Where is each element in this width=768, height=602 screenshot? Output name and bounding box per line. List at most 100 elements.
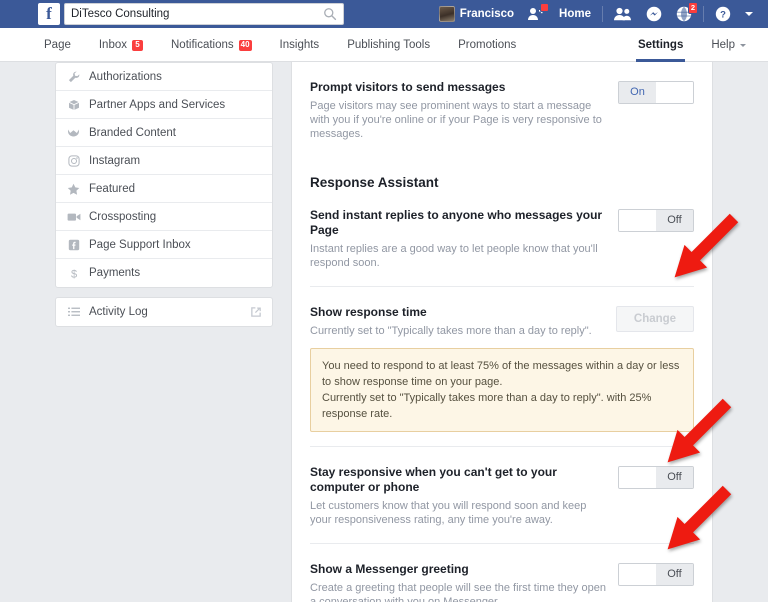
sidebar-item-label: Page Support Inbox	[89, 238, 191, 251]
toggle-knob	[619, 467, 656, 488]
sidebar-item-crossposting[interactable]: Crossposting	[56, 203, 272, 231]
video-camera-icon	[66, 212, 81, 222]
star-icon	[66, 183, 81, 195]
settings-sidebar-card: Authorizations Partner Apps and Services	[55, 62, 273, 288]
toggle-knob	[619, 210, 656, 231]
sidebar-item-label: Partner Apps and Services	[89, 98, 226, 111]
question-circle-icon: ?	[715, 6, 731, 22]
content-row: Authorizations Partner Apps and Services	[0, 62, 768, 602]
nav-item-promotions[interactable]: Promotions	[444, 28, 530, 62]
setting-title: Prompt visitors to send messages	[310, 80, 506, 94]
sidebar-item-label: Crossposting	[89, 210, 157, 223]
nav-label: Page	[44, 39, 71, 51]
sidebar-item-label: Branded Content	[89, 126, 176, 139]
home-link[interactable]: Home	[552, 0, 598, 28]
setting-control: Change	[616, 305, 694, 332]
friends-icon	[614, 7, 631, 21]
setting-title: Send instant replies to anyone who messa…	[310, 208, 603, 237]
setting-title: Stay responsive when you can't get to yo…	[310, 465, 557, 494]
toggle-prompt-visitors[interactable]: On	[618, 81, 694, 104]
sidebar-item-instagram[interactable]: Instagram	[56, 147, 272, 175]
setting-send-instant-replies: Send instant replies to anyone who messa…	[310, 190, 694, 287]
section-heading-response-assistant-wrap: Response Assistant	[310, 157, 694, 190]
toggle-state-label: Off	[656, 210, 693, 231]
nav-item-inbox[interactable]: Inbox 5	[85, 28, 157, 62]
warning-line-2: Currently set to "Typically takes more t…	[322, 392, 652, 420]
toggle-messenger-greeting[interactable]: Off	[618, 563, 694, 586]
search-box[interactable]	[64, 3, 344, 25]
activity-log-card: Activity Log	[55, 297, 273, 327]
branded-content-icon	[66, 127, 81, 139]
notifications-button[interactable]: 2	[669, 0, 699, 28]
instagram-icon	[66, 154, 81, 167]
setting-text: Prompt visitors to send messages Page vi…	[310, 80, 618, 141]
avatar	[438, 6, 455, 22]
change-response-time-button[interactable]: Change	[616, 306, 694, 332]
sidebar-item-label: Instagram	[89, 154, 141, 167]
setting-text: Send instant replies to anyone who messa…	[310, 208, 618, 270]
divider	[703, 6, 704, 22]
toggle-knob	[656, 82, 693, 103]
chevron-down-icon	[740, 43, 746, 47]
search-icon[interactable]	[323, 7, 337, 21]
setting-text: Stay responsive when you can't get to yo…	[310, 465, 618, 527]
toggle-stay-responsive[interactable]: Off	[618, 466, 694, 489]
setting-description: Create a greeting that people will see t…	[310, 582, 606, 602]
nav-item-insights[interactable]: Insights	[266, 28, 334, 62]
external-link-icon[interactable]	[250, 306, 262, 318]
nav-label: Inbox	[98, 39, 127, 51]
sidebar-item-label: Payments	[89, 267, 141, 279]
toggle-knob	[619, 564, 656, 585]
nav-item-page[interactable]: Page	[30, 28, 85, 62]
profile-link[interactable]: Francisco	[432, 0, 521, 28]
nav-item-notifications[interactable]: Notifications 40	[157, 28, 266, 62]
help-button[interactable]: ?	[708, 0, 738, 28]
sidebar-item-page-support-inbox[interactable]: Page Support Inbox	[56, 231, 272, 259]
setting-control: Off	[618, 562, 694, 586]
notifications-badge: 2	[687, 2, 698, 14]
svg-text:?: ?	[720, 10, 726, 21]
find-friends-badge	[540, 3, 550, 12]
sidebar-item-label: Activity Log	[89, 306, 148, 318]
section-heading-response-assistant: Response Assistant	[310, 175, 439, 190]
toggle-state-label: On	[619, 82, 656, 103]
setting-description: Currently set to "Typically takes more t…	[310, 325, 592, 337]
setting-description: Page visitors may see prominent ways to …	[310, 100, 602, 140]
sidebar-item-payments[interactable]: $ Payments	[56, 259, 272, 287]
sidebar-item-featured[interactable]: Featured	[56, 175, 272, 203]
facebook-logo[interactable]: f	[38, 3, 60, 25]
box-icon	[66, 99, 81, 111]
sidebar-item-authorizations[interactable]: Authorizations	[56, 63, 272, 91]
settings-main-panel: Prompt visitors to send messages Page vi…	[291, 62, 713, 602]
setting-stay-responsive: Stay responsive when you can't get to yo…	[310, 446, 694, 544]
page-body: Authorizations Partner Apps and Services	[0, 62, 768, 602]
sidebar-item-branded-content[interactable]: Branded Content	[56, 119, 272, 147]
nav-label: Promotions	[458, 39, 517, 51]
account-menu-button[interactable]	[738, 0, 760, 28]
friend-requests-button[interactable]	[607, 0, 639, 28]
wrench-icon	[66, 71, 81, 83]
toggle-send-instant-replies[interactable]: Off	[618, 209, 694, 232]
nav-item-publishing-tools[interactable]: Publishing Tools	[333, 28, 444, 62]
nav-label: Publishing Tools	[347, 39, 431, 51]
nav-item-settings[interactable]: Settings	[624, 28, 697, 62]
facebook-square-icon	[66, 239, 81, 251]
find-friends-button[interactable]	[521, 0, 552, 28]
search-input[interactable]	[71, 8, 323, 20]
messages-button[interactable]	[639, 0, 669, 28]
warning-line-1: You need to respond to at least 75% of t…	[322, 360, 680, 388]
setting-text: Show response time Currently set to "Typ…	[310, 305, 616, 338]
svg-text:$: $	[70, 268, 76, 279]
setting-description: Let customers know that you will respond…	[310, 500, 587, 526]
setting-messenger-greeting: Show a Messenger greeting Create a greet…	[310, 544, 694, 602]
page-nav-bar: Page Inbox 5 Notifications 40 Insights P…	[0, 28, 768, 62]
setting-title: Show a Messenger greeting	[310, 562, 469, 576]
inbox-badge: 5	[132, 39, 143, 51]
sidebar-item-activity-log[interactable]: Activity Log	[56, 298, 272, 326]
nav-label: Help	[711, 39, 735, 51]
sidebar-item-partner-apps-and-services[interactable]: Partner Apps and Services	[56, 91, 272, 119]
page-nav-right: Settings Help	[624, 28, 760, 62]
response-rate-warning: You need to respond to at least 75% of t…	[310, 348, 694, 432]
notifications-count-badge: 40	[238, 39, 252, 51]
nav-item-help[interactable]: Help	[697, 28, 760, 62]
